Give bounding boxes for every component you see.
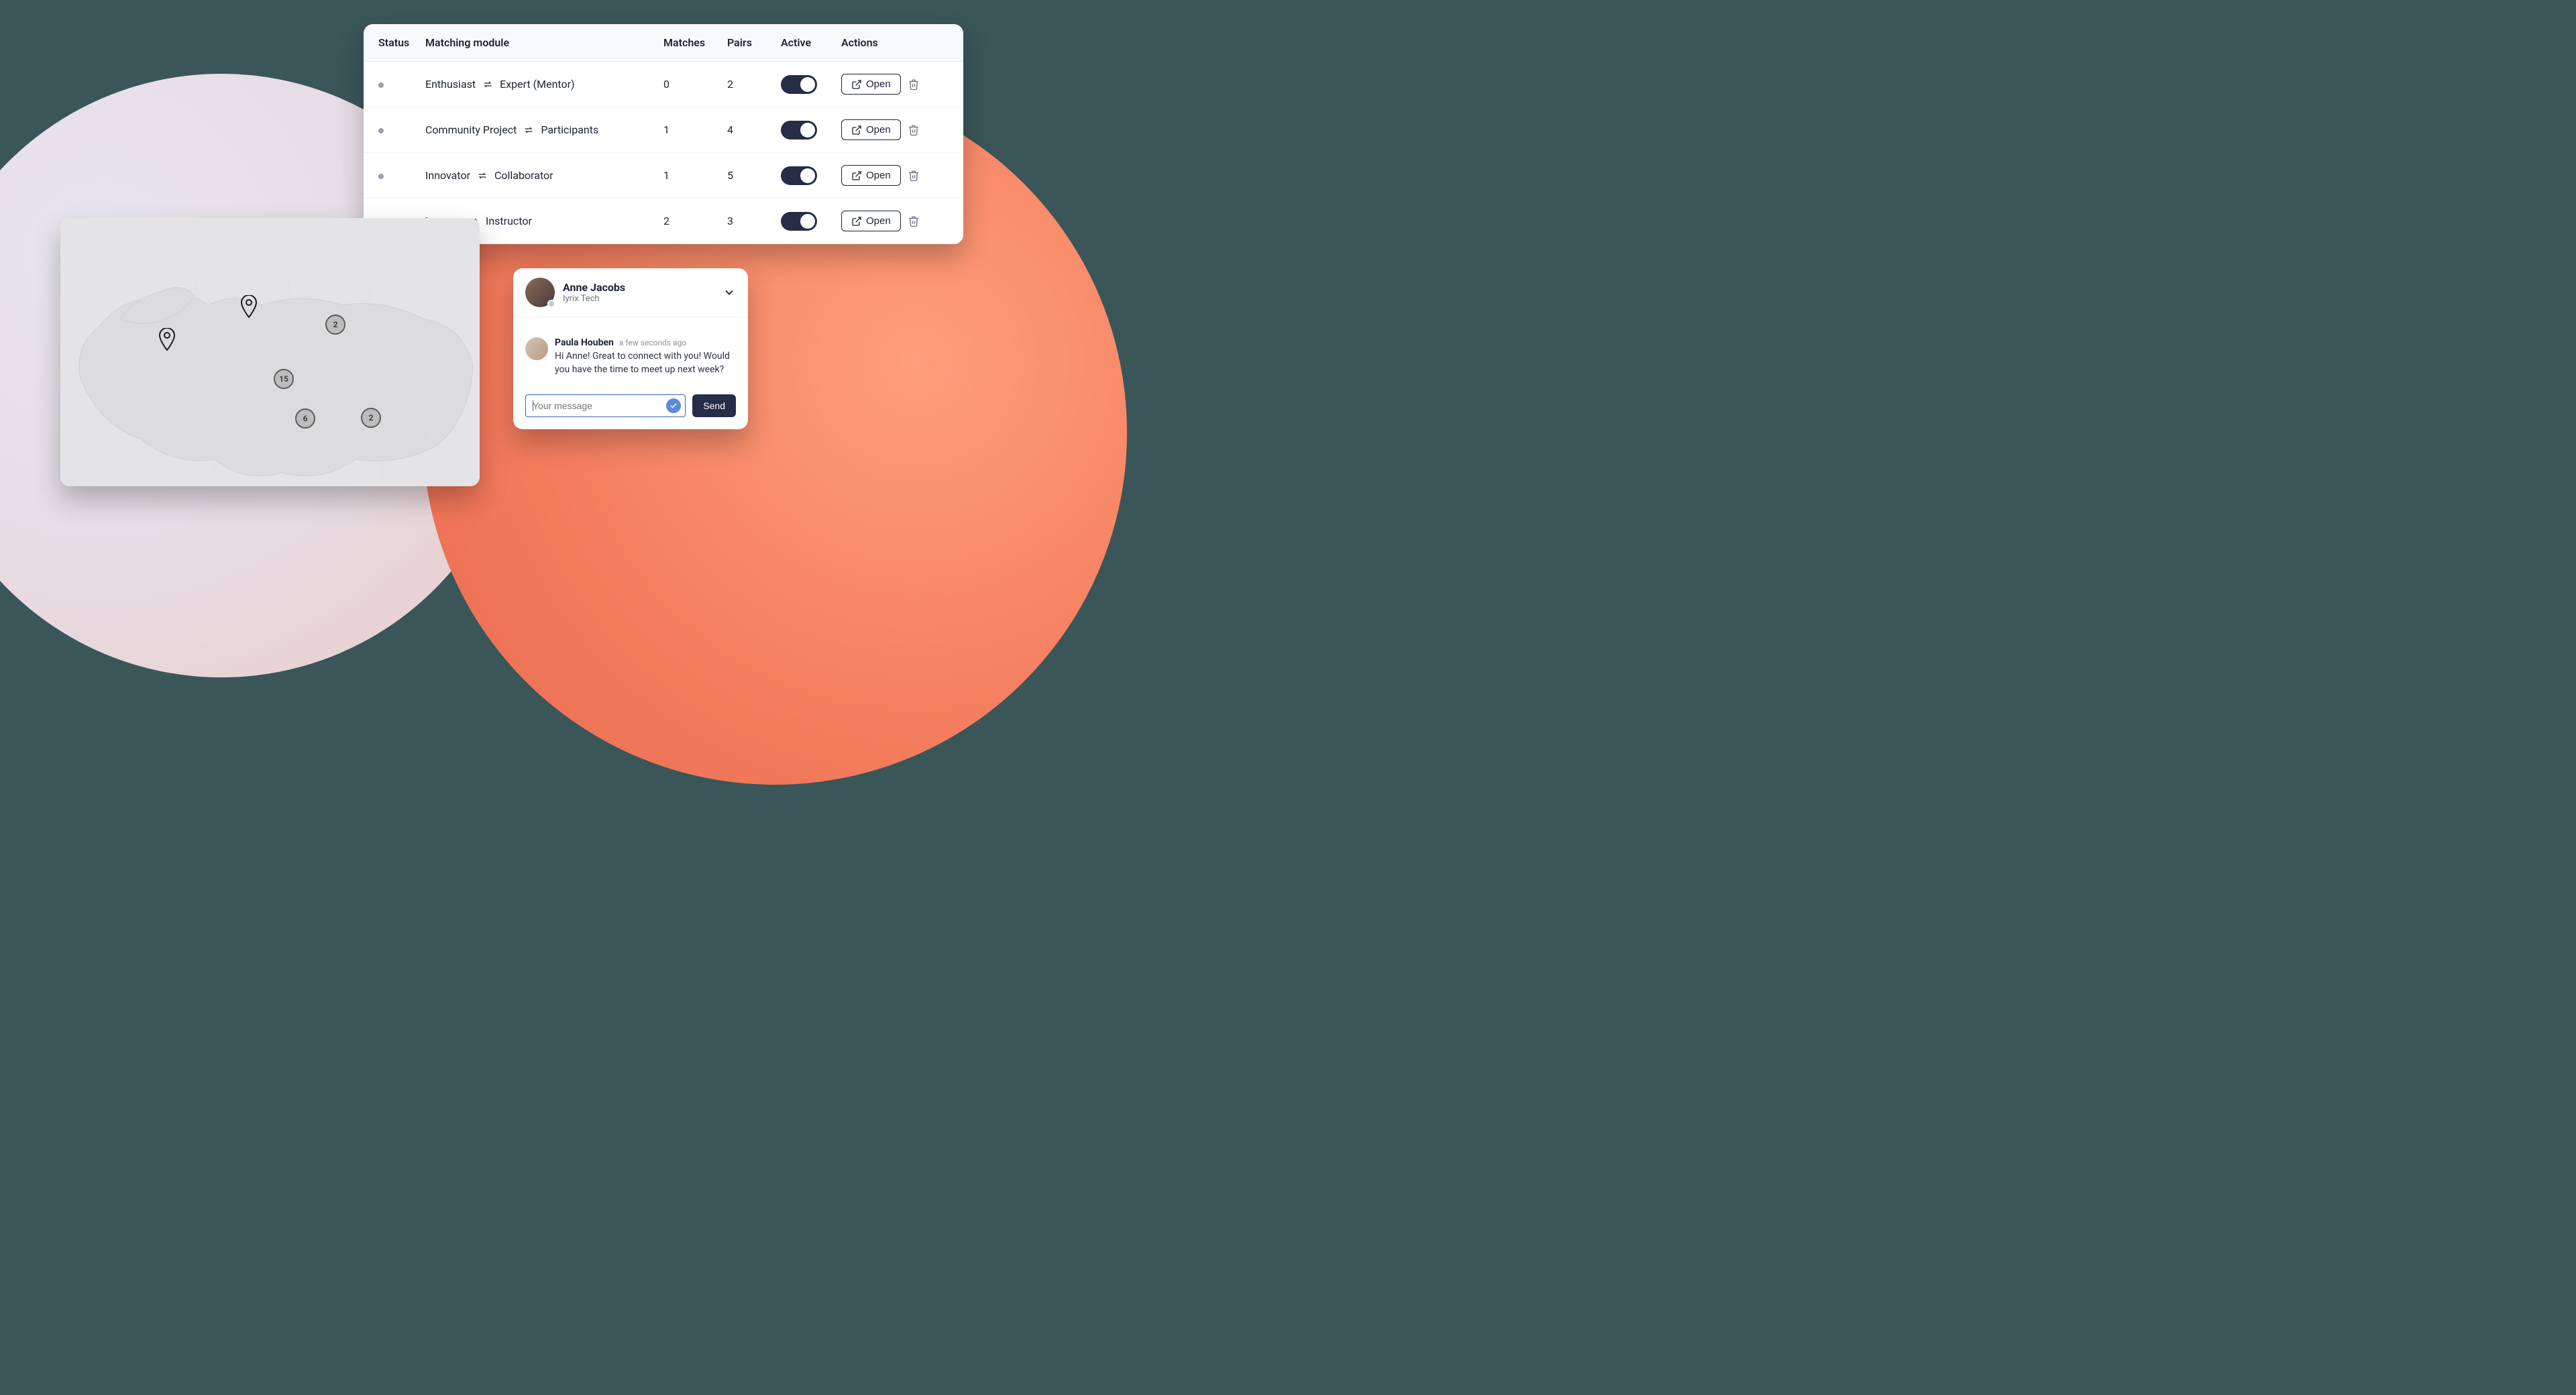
send-button[interactable]: Send: [692, 394, 736, 417]
module-cell: Innovator Collaborator: [425, 169, 663, 182]
map-cluster[interactable]: 6: [295, 408, 315, 429]
trash-icon[interactable]: [908, 124, 920, 136]
module-left: Community Project: [425, 123, 517, 136]
check-icon[interactable]: [666, 398, 681, 413]
message-author: Paula Houben: [555, 337, 614, 348]
trash-icon[interactable]: [908, 78, 920, 91]
open-button[interactable]: Open: [841, 211, 901, 231]
message-author-avatar[interactable]: [525, 337, 548, 360]
active-toggle[interactable]: [781, 166, 817, 185]
map-cluster[interactable]: 15: [274, 369, 294, 389]
message-time: a few seconds ago: [619, 338, 686, 347]
map-cluster[interactable]: 2: [361, 408, 381, 428]
swap-icon: [476, 170, 489, 181]
map-outline: [60, 218, 480, 486]
status-dot: [378, 128, 384, 133]
status-dot: [378, 82, 384, 88]
table-header-row: Status Matching module Matches Pairs Act…: [364, 24, 963, 62]
trash-icon[interactable]: [908, 170, 920, 182]
map-card: 2 156 2: [60, 218, 480, 486]
chat-header: Anne Jacobs Iyrix Tech: [513, 268, 748, 317]
module-right: Expert (Mentor): [500, 78, 574, 91]
matching-modules-table: Status Matching module Matches Pairs Act…: [364, 24, 963, 244]
col-header-pairs: Pairs: [727, 36, 781, 49]
map-cluster[interactable]: 2: [325, 315, 345, 335]
col-header-module: Matching module: [425, 36, 663, 49]
table-row: Innovator Collaborator 15 Open: [364, 153, 963, 199]
module-right: Collaborator: [494, 169, 553, 182]
pairs-cell: 5: [727, 169, 781, 182]
map-pin-icon[interactable]: [241, 295, 257, 318]
chevron-down-icon[interactable]: [722, 286, 736, 299]
matches-cell: 1: [663, 169, 727, 182]
message-input[interactable]: [533, 400, 661, 411]
trash-icon[interactable]: [908, 215, 920, 227]
matches-cell: 1: [663, 123, 727, 136]
module-cell: Enthusiast Expert (Mentor): [425, 78, 663, 91]
module-right: Participants: [541, 123, 598, 136]
map-pin-icon[interactable]: [159, 328, 175, 351]
table-row: Enthusiast Expert (Mentor) 02 Open: [364, 62, 963, 107]
open-button[interactable]: Open: [841, 74, 901, 95]
open-button[interactable]: Open: [841, 165, 901, 186]
message-text: Hi Anne! Great to connect with you! Woul…: [555, 349, 736, 377]
col-header-matches: Matches: [663, 36, 727, 49]
col-header-actions: Actions: [841, 36, 949, 49]
presence-dot: [547, 300, 555, 308]
status-dot: [378, 174, 384, 179]
chat-input-row: Send: [513, 386, 748, 429]
chat-input-container[interactable]: [525, 394, 686, 417]
chat-card: Anne Jacobs Iyrix Tech Paula Houben a fe…: [513, 268, 748, 429]
swap-icon: [481, 79, 494, 90]
active-toggle[interactable]: [781, 75, 817, 94]
open-button[interactable]: Open: [841, 119, 901, 140]
module-left: Enthusiast: [425, 78, 476, 91]
chat-body: Paula Houben a few seconds ago Hi Anne! …: [513, 317, 748, 386]
chat-contact-company: Iyrix Tech: [563, 294, 625, 304]
col-header-active: Active: [781, 36, 841, 49]
chat-message: Paula Houben a few seconds ago Hi Anne! …: [525, 337, 736, 377]
pairs-cell: 2: [727, 78, 781, 91]
pairs-cell: 4: [727, 123, 781, 136]
chat-contact-name: Anne Jacobs: [563, 281, 625, 294]
swap-icon: [522, 125, 535, 135]
active-toggle[interactable]: [781, 212, 817, 231]
map-canvas[interactable]: 2 156 2: [60, 218, 480, 486]
pairs-cell: 3: [727, 215, 781, 227]
col-header-status: Status: [378, 36, 425, 49]
table-row: Community Project Participants 14 Open: [364, 107, 963, 153]
module-right: Instructor: [486, 215, 532, 227]
module-cell: Community Project Participants: [425, 123, 663, 136]
matches-cell: 2: [663, 215, 727, 227]
module-left: Innovator: [425, 169, 470, 182]
active-toggle[interactable]: [781, 121, 817, 140]
matches-cell: 0: [663, 78, 727, 91]
chat-contact-avatar[interactable]: [525, 278, 555, 307]
